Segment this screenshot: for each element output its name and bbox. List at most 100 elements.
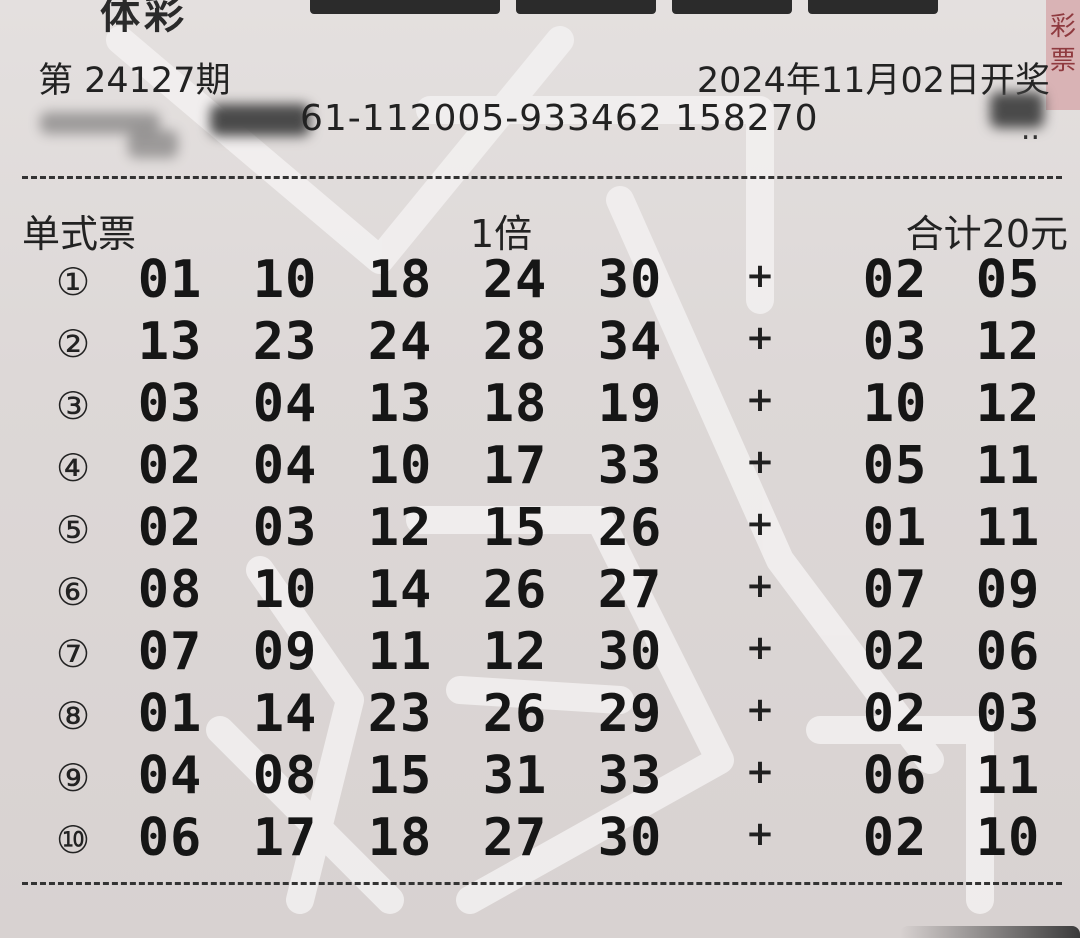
front-zone-number: 26 (597, 498, 663, 558)
back-zone-number: 01 (862, 498, 928, 558)
front-zone-number: 33 (597, 746, 663, 806)
lottery-logo-text: 体彩 (100, 0, 188, 38)
front-zone-number: 24 (482, 250, 548, 310)
back-zone-number: 03 (862, 312, 928, 372)
back-zone-number: 02 (862, 250, 928, 310)
front-zone-number: 08 (252, 746, 318, 806)
back-zone-number: 12 (975, 374, 1041, 434)
bet-row-index: ⑨ (56, 756, 91, 800)
zone-separator: + (745, 442, 775, 482)
redacted-serial-part-2 (128, 130, 178, 158)
front-zone-number: 07 (137, 622, 203, 682)
bet-row: ⑨ 04 08 15 31 33 +06 11 (0, 746, 1080, 806)
zone-separator: + (745, 628, 775, 668)
front-zone-number: 23 (252, 312, 318, 372)
lottery-brand-banner (310, 0, 940, 14)
front-zone-number: 15 (482, 498, 548, 558)
front-zone-number: 24 (367, 312, 433, 372)
back-zone-number: 06 (862, 746, 928, 806)
bet-row: ④ 02 04 10 17 33 +05 11 (0, 436, 1080, 496)
front-zone-number: 27 (482, 808, 548, 868)
back-zone-number: 02 (862, 808, 928, 868)
front-zone-number: 03 (252, 498, 318, 558)
front-zone-number: 02 (137, 436, 203, 496)
bottom-divider (22, 882, 1062, 885)
top-divider (22, 176, 1062, 179)
lottery-ticket: 体彩 彩 票 第 24127期 2024年11月02日开奖 61-112005-… (0, 0, 1080, 938)
front-zone-number: 19 (597, 374, 663, 434)
serial-tail: .. (1020, 112, 1040, 147)
front-zone-number: 08 (137, 560, 203, 620)
front-zone-number: 28 (482, 312, 548, 372)
back-zone-number: 03 (975, 684, 1041, 744)
front-zone-number: 14 (252, 684, 318, 744)
front-zone-number: 23 (367, 684, 433, 744)
front-zone-number: 26 (482, 560, 548, 620)
back-zone-number: 02 (862, 622, 928, 682)
front-zone-number: 13 (367, 374, 433, 434)
back-zone-number: 07 (862, 560, 928, 620)
back-zone-number: 09 (975, 560, 1041, 620)
issue-number: 第 24127期 (38, 61, 231, 101)
front-zone-number: 10 (252, 250, 318, 310)
front-zone-number: 13 (137, 312, 203, 372)
back-zone-number: 10 (975, 808, 1041, 868)
front-zone-number: 30 (597, 250, 663, 310)
front-zone-number: 26 (482, 684, 548, 744)
zone-separator: + (745, 256, 775, 296)
bet-row: ② 13 23 24 28 34 +03 12 (0, 312, 1080, 372)
back-zone-number: 10 (862, 374, 928, 434)
bet-row-index: ② (56, 322, 91, 366)
bet-row: ⑦ 07 09 11 12 30 +02 06 (0, 622, 1080, 682)
back-zone-number: 02 (862, 684, 928, 744)
zone-separator: + (745, 504, 775, 544)
bet-row: ⑤ 02 03 12 15 26 +01 11 (0, 498, 1080, 558)
front-zone-number: 18 (367, 808, 433, 868)
bet-row-index: ③ (56, 384, 91, 428)
redacted-serial-part-3 (210, 104, 310, 136)
front-zone-number: 27 (597, 560, 663, 620)
front-zone-number: 03 (137, 374, 203, 434)
bet-row-index: ⑩ (56, 818, 91, 862)
ticket-serial-number: 61-112005-933462 158270 (300, 98, 819, 139)
front-zone-number: 09 (252, 622, 318, 682)
front-zone-number: 01 (137, 250, 203, 310)
zone-separator: + (745, 752, 775, 792)
bet-row: ⑩ 06 17 18 27 30 +02 10 (0, 808, 1080, 868)
bet-row: ① 01 10 18 24 30 +02 05 (0, 250, 1080, 310)
zone-separator: + (745, 814, 775, 854)
bet-row-index: ⑦ (56, 632, 91, 676)
front-zone-number: 18 (482, 374, 548, 434)
front-zone-number: 31 (482, 746, 548, 806)
front-zone-number: 30 (597, 808, 663, 868)
zone-separator: + (745, 380, 775, 420)
front-zone-number: 01 (137, 684, 203, 744)
front-zone-number: 12 (482, 622, 548, 682)
front-zone-number: 33 (597, 436, 663, 496)
front-zone-number: 04 (252, 436, 318, 496)
bet-row: ⑥ 08 10 14 26 27 +07 09 (0, 560, 1080, 620)
front-zone-number: 12 (367, 498, 433, 558)
front-zone-number: 29 (597, 684, 663, 744)
bet-row-index: ⑧ (56, 694, 91, 738)
back-zone-number: 11 (975, 436, 1041, 496)
zone-separator: + (745, 690, 775, 730)
bet-row-index: ④ (56, 446, 91, 490)
back-zone-number: 11 (975, 746, 1041, 806)
front-zone-number: 06 (137, 808, 203, 868)
bet-row-index: ① (56, 260, 91, 304)
back-zone-number: 06 (975, 622, 1041, 682)
edge-stamp-tab: 彩 票 (1046, 0, 1080, 110)
front-zone-number: 10 (367, 436, 433, 496)
front-zone-number: 17 (252, 808, 318, 868)
front-zone-number: 14 (367, 560, 433, 620)
bottom-edge-shadow (900, 926, 1080, 938)
bet-row: ⑧ 01 14 23 26 29 +02 03 (0, 684, 1080, 744)
front-zone-number: 02 (137, 498, 203, 558)
back-zone-number: 12 (975, 312, 1041, 372)
back-zone-number: 11 (975, 498, 1041, 558)
bet-row-index: ⑤ (56, 508, 91, 552)
front-zone-number: 04 (137, 746, 203, 806)
back-zone-number: 05 (975, 250, 1041, 310)
back-zone-number: 05 (862, 436, 928, 496)
